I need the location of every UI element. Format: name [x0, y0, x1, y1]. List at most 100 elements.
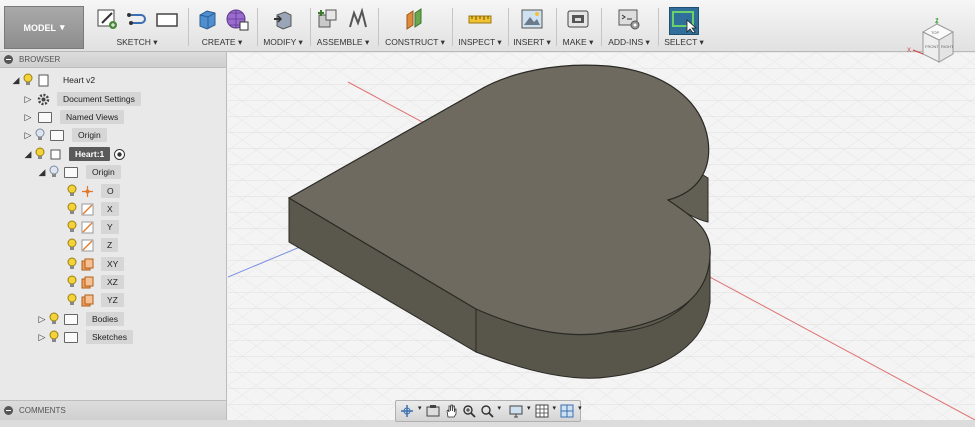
new-component-icon[interactable] [316, 7, 340, 31]
tree-origin-axis-y[interactable]: Y [66, 219, 119, 235]
tree-sketches[interactable]: ▷ Sketches [36, 329, 133, 345]
origin-item-label[interactable]: XY [101, 257, 125, 271]
viewcube-front-label[interactable]: FRONT [925, 44, 939, 49]
inspect-menu-label[interactable]: INSPECT [458, 37, 495, 47]
collapsed-triangle-icon[interactable]: ▷ [22, 129, 34, 141]
insert-image-icon[interactable] [520, 7, 544, 31]
grid-settings-icon[interactable] [535, 404, 549, 418]
origin-item-label[interactable]: X [101, 202, 119, 216]
origin-label[interactable]: Origin [72, 128, 107, 142]
origin-item-label[interactable]: O [101, 184, 120, 198]
create-sketch-icon[interactable] [95, 7, 119, 31]
origin-item-label[interactable]: XZ [101, 275, 124, 289]
document-settings-label[interactable]: Document Settings [57, 92, 141, 106]
construct-menu-label[interactable]: CONSTRUCT [385, 37, 438, 47]
pan-hand-icon[interactable] [444, 404, 458, 418]
press-pull-icon[interactable] [271, 7, 295, 31]
collapse-icon[interactable] [4, 406, 13, 415]
activate-radio-icon[interactable] [113, 148, 126, 161]
root-label[interactable]: Heart v2 [57, 73, 101, 87]
tree-component[interactable]: ◢ Heart:1 [22, 146, 129, 162]
viewcube-top-label[interactable]: TOP [931, 30, 939, 35]
expanded-triangle-icon[interactable]: ◢ [10, 74, 22, 86]
insert-group[interactable]: INSERT ▾ [510, 4, 554, 50]
component-origin-label[interactable]: Origin [86, 165, 121, 179]
visibility-bulb-icon[interactable] [34, 147, 46, 161]
view-cube[interactable]: TOP FRONT RIGHT X Z [905, 18, 967, 68]
chevron-down-icon[interactable]: ▾ [527, 404, 531, 418]
select-group[interactable]: SELECT ▾ [660, 4, 708, 50]
3d-print-icon[interactable] [566, 7, 590, 31]
collapsed-triangle-icon[interactable]: ▷ [36, 313, 48, 325]
line-tool-icon[interactable] [125, 7, 149, 31]
origin-item-label[interactable]: Z [101, 238, 119, 252]
chevron-down-icon[interactable]: ▾ [418, 404, 422, 418]
orbit-icon[interactable] [400, 404, 414, 418]
chevron-down-icon[interactable]: ▾ [498, 404, 502, 418]
inspect-group[interactable]: INSPECT ▾ [454, 4, 506, 50]
measure-icon[interactable] [468, 7, 492, 31]
modify-group[interactable]: MODIFY ▾ [258, 4, 308, 50]
tree-root[interactable]: ◢ Heart v2 [10, 72, 101, 88]
expanded-triangle-icon[interactable]: ◢ [22, 148, 34, 160]
component-label[interactable]: Heart:1 [69, 147, 111, 161]
expanded-triangle-icon[interactable]: ◢ [36, 166, 48, 178]
assemble-group[interactable]: ASSEMBLE ▾ [312, 4, 374, 50]
tree-origin-axis-z[interactable]: Z [66, 237, 119, 253]
joint-icon[interactable] [346, 7, 370, 31]
make-menu-label[interactable]: MAKE [563, 37, 587, 47]
visibility-bulb-icon[interactable] [48, 312, 60, 326]
zoom-icon[interactable] [462, 404, 476, 418]
collapsed-triangle-icon[interactable]: ▷ [22, 93, 34, 105]
visibility-bulb-icon[interactable] [22, 73, 34, 87]
bodies-label[interactable]: Bodies [86, 312, 124, 326]
visibility-bulb-off-icon[interactable] [48, 165, 60, 179]
box-icon[interactable] [195, 7, 219, 31]
rectangle-tool-icon[interactable] [155, 7, 179, 31]
tree-origin-plane-xz[interactable]: XZ [66, 274, 124, 290]
tree-origin-axis-x[interactable]: X [66, 201, 119, 217]
visibility-bulb-off-icon[interactable] [34, 128, 46, 142]
visibility-bulb-icon[interactable] [66, 275, 78, 289]
canvas-viewport[interactable] [228, 52, 975, 420]
insert-menu-label[interactable]: INSERT [513, 37, 544, 47]
add-ins-menu-label[interactable]: ADD-INS [608, 37, 643, 47]
visibility-bulb-icon[interactable] [66, 257, 78, 271]
browser-header[interactable]: BROWSER [0, 52, 226, 68]
assemble-menu-label[interactable]: ASSEMBLE [317, 37, 363, 47]
tree-origin-point[interactable]: O [66, 183, 120, 199]
workspace-switcher-button[interactable]: MODEL ▾ [4, 6, 84, 49]
select-menu-label[interactable]: SELECT [664, 37, 697, 47]
viewports-icon[interactable] [560, 404, 574, 418]
add-ins-group[interactable]: ADD-INS ▾ [603, 4, 655, 50]
tree-document-settings[interactable]: ▷ Document Settings [22, 91, 141, 107]
zoom-window-icon[interactable] [480, 404, 494, 418]
tree-named-views[interactable]: ▷ Named Views [22, 109, 125, 125]
sketches-label[interactable]: Sketches [86, 330, 133, 344]
chevron-down-icon[interactable]: ▾ [578, 404, 582, 418]
tree-origin[interactable]: ▷ Origin [22, 127, 107, 143]
sketch-menu-label[interactable]: SKETCH [116, 37, 150, 47]
visibility-bulb-icon[interactable] [66, 238, 78, 252]
tree-component-origin[interactable]: ◢ Origin [36, 164, 121, 180]
tree-bodies[interactable]: ▷ Bodies [36, 311, 124, 327]
create-group[interactable]: CREATE ▾ [190, 4, 254, 50]
look-at-icon[interactable] [426, 404, 440, 418]
named-views-label[interactable]: Named Views [60, 110, 125, 124]
comments-panel-header[interactable]: COMMENTS [0, 400, 227, 420]
visibility-bulb-icon[interactable] [66, 184, 78, 198]
collapse-icon[interactable] [4, 55, 13, 64]
modify-menu-label[interactable]: MODIFY [263, 37, 296, 47]
model-canvas[interactable] [228, 52, 975, 420]
collapsed-triangle-icon[interactable]: ▷ [36, 331, 48, 343]
tree-origin-plane-yz[interactable]: YZ [66, 292, 124, 308]
collapsed-triangle-icon[interactable]: ▷ [22, 111, 34, 123]
chevron-down-icon[interactable]: ▾ [553, 404, 557, 418]
visibility-bulb-icon[interactable] [48, 330, 60, 344]
visibility-bulb-icon[interactable] [66, 220, 78, 234]
visibility-bulb-icon[interactable] [66, 202, 78, 216]
construct-group[interactable]: CONSTRUCT ▾ [380, 4, 450, 50]
viewcube-right-label[interactable]: RIGHT [941, 44, 954, 49]
origin-item-label[interactable]: Y [101, 220, 119, 234]
offset-plane-icon[interactable] [403, 7, 427, 31]
